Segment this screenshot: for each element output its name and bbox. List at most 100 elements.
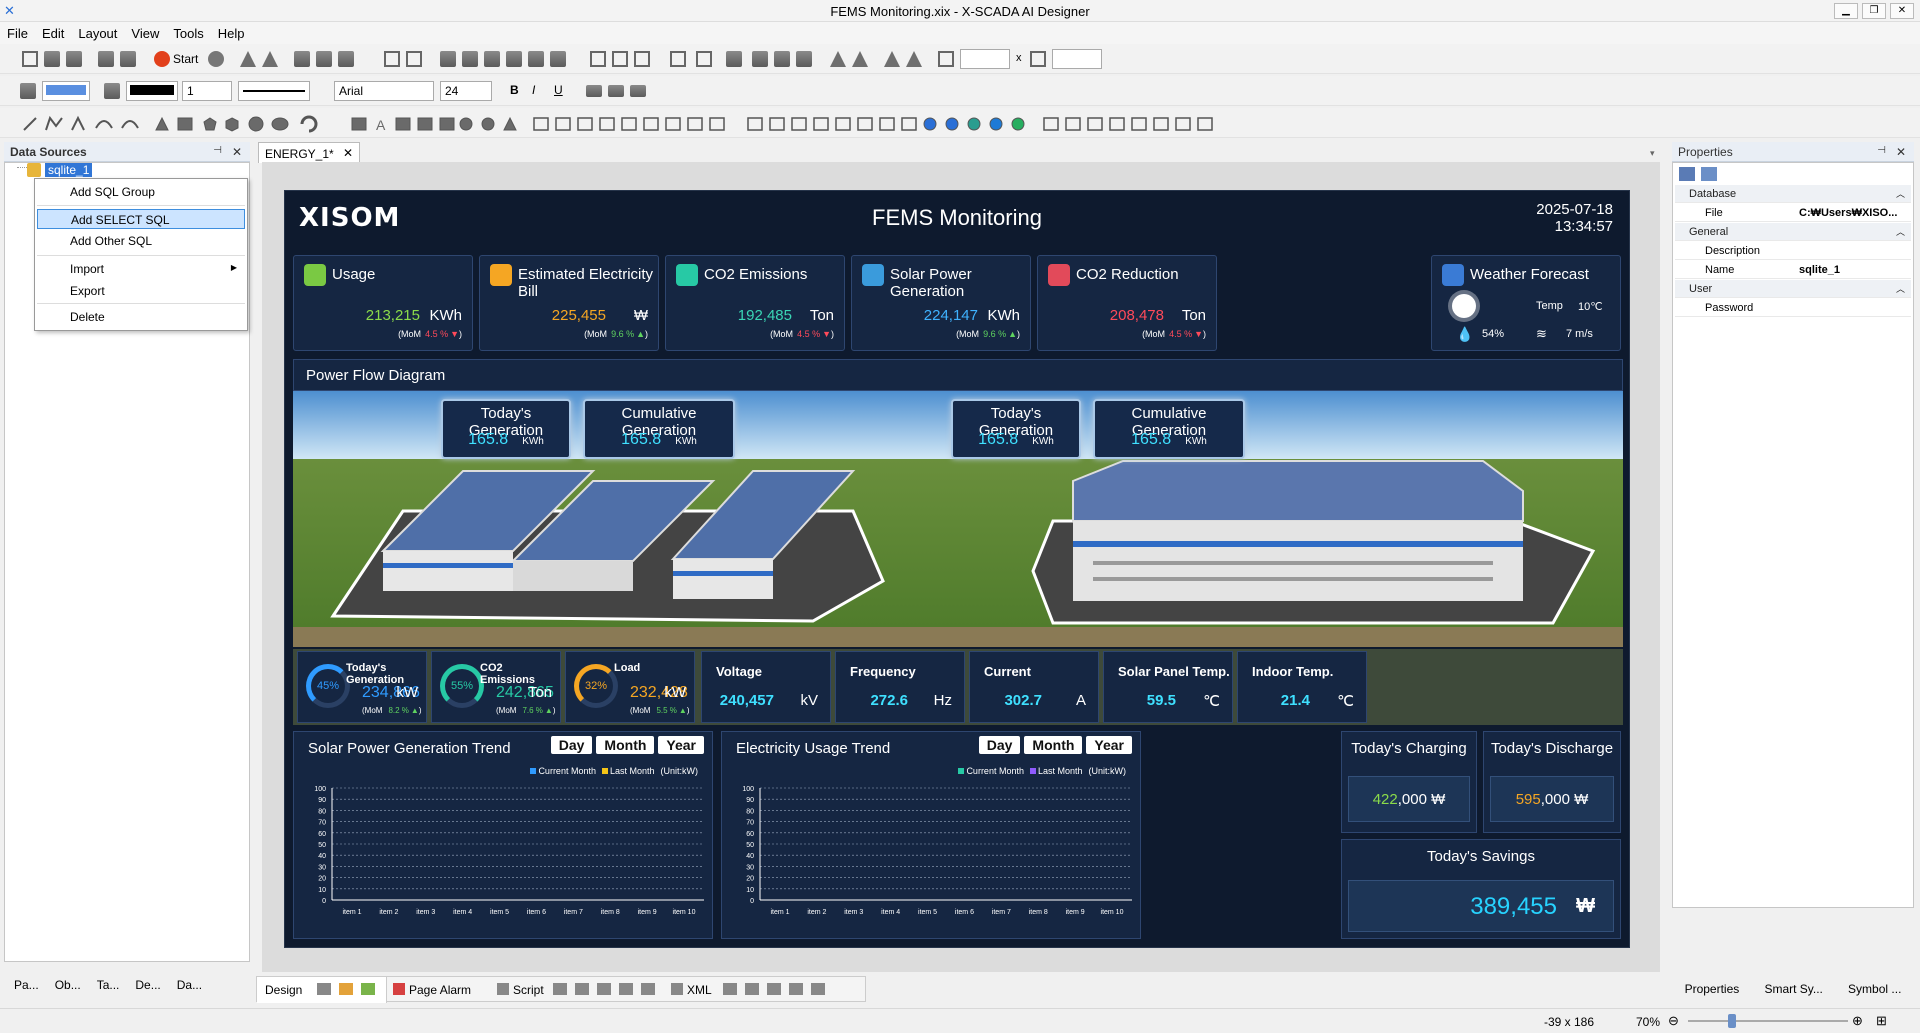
flip-h-icon[interactable] [830, 51, 846, 67]
zoom-slider-thumb[interactable] [1728, 1014, 1736, 1028]
fill-color-icon[interactable] [20, 83, 36, 99]
menu-help[interactable]: Help [211, 22, 252, 41]
menu-add-sql-group[interactable]: Add SQL Group [37, 182, 245, 202]
menu-add-other-sql[interactable]: Add Other SQL [37, 231, 245, 251]
menu-view[interactable]: View [124, 22, 166, 41]
cut-icon[interactable] [294, 51, 310, 67]
tab-xml[interactable]: XML [687, 983, 712, 997]
new-file-icon[interactable] [22, 51, 38, 67]
design-tool-icon[interactable] [317, 983, 331, 995]
tab-symbol[interactable]: Symbol ... [1848, 982, 1901, 1002]
tab-da[interactable]: Da... [177, 978, 202, 996]
space-horizontal-icon[interactable] [670, 51, 686, 67]
menu-edit[interactable]: Edit [35, 22, 71, 41]
flip-v-icon[interactable] [852, 51, 868, 67]
collapse-icon[interactable]: ︿ [1896, 225, 1905, 238]
panel-close-icon[interactable]: ✕ [232, 145, 242, 159]
period-button[interactable]: Day [550, 736, 593, 754]
undo-icon[interactable] [240, 51, 256, 67]
script-tools-icon[interactable] [553, 983, 661, 995]
text-align-center-icon[interactable] [608, 85, 624, 97]
line-style-select[interactable] [238, 81, 310, 101]
bring-front-icon[interactable] [726, 51, 742, 67]
print-icon[interactable] [98, 51, 114, 67]
tab-properties[interactable]: Properties [1685, 982, 1740, 1002]
period-button[interactable]: Year [658, 736, 704, 754]
align-top-icon[interactable] [506, 51, 522, 67]
tree-node-sqlite[interactable]: sqlite_1 [45, 163, 93, 177]
tab-pa[interactable]: Pa... [14, 978, 39, 996]
period-button[interactable]: Day [978, 736, 1021, 754]
menu-file[interactable]: File [0, 22, 35, 41]
italic-button[interactable]: I [532, 83, 535, 97]
doc-tab-close-icon[interactable]: ✕ [343, 146, 353, 160]
doc-dropdown-icon[interactable]: ▾ [1650, 148, 1655, 159]
zoom-out-icon[interactable]: ⊖ [1668, 1013, 1679, 1029]
rotate-right-icon[interactable] [906, 51, 922, 67]
start-button[interactable]: Start [173, 52, 198, 66]
bold-button[interactable]: B [510, 83, 519, 97]
redo-icon[interactable] [262, 51, 278, 67]
menu-add-select-sql[interactable]: Add SELECT SQL [37, 209, 245, 229]
period-button[interactable]: Month [1024, 736, 1083, 754]
send-backward-icon[interactable] [796, 51, 812, 67]
xml-tools-icon[interactable] [723, 983, 831, 995]
bring-forward-icon[interactable] [774, 51, 790, 67]
text-align-left-icon[interactable] [586, 85, 602, 97]
property-value[interactable]: C:₩Users₩XISO... [1799, 207, 1909, 219]
shape-tools-strip[interactable]: A [0, 108, 1300, 138]
save-all-icon[interactable] [120, 51, 136, 67]
properties-close-icon[interactable]: ✕ [1896, 145, 1906, 159]
align-left-icon[interactable] [440, 51, 456, 67]
open-folder-icon[interactable] [44, 51, 60, 67]
collapse-icon[interactable]: ︿ [1896, 187, 1905, 200]
categorized-icon[interactable] [1679, 167, 1695, 181]
save-icon[interactable] [66, 51, 82, 67]
sort-alpha-icon[interactable] [1701, 167, 1717, 181]
property-value[interactable]: sqlite_1 [1799, 264, 1909, 276]
tab-page-alarm[interactable]: Page Alarm [409, 983, 471, 997]
minimize-button[interactable]: ▁ [1834, 3, 1858, 19]
zoom-fit-icon[interactable]: ⊞ [1876, 1013, 1887, 1029]
width-input[interactable] [960, 49, 1010, 69]
properties-pin-icon[interactable]: ⊣ [1877, 145, 1886, 156]
property-row[interactable]: File C:₩Users₩XISO... [1675, 204, 1911, 222]
underline-button[interactable]: U [554, 83, 563, 97]
period-button[interactable]: Year [1086, 736, 1132, 754]
copy-icon[interactable] [316, 51, 332, 67]
tab-ob[interactable]: Ob... [55, 978, 81, 996]
zoom-slider[interactable] [1688, 1020, 1848, 1022]
rotate-left-icon[interactable] [884, 51, 900, 67]
doc-tab-energy[interactable]: ENERGY_1* ✕ [258, 142, 360, 163]
align-right-icon[interactable] [484, 51, 500, 67]
same-height-icon[interactable] [612, 51, 628, 67]
start-icon[interactable] [154, 51, 170, 67]
collapse-icon[interactable]: ︿ [1896, 282, 1905, 295]
same-size-icon[interactable] [634, 51, 650, 67]
tab-ta[interactable]: Ta... [97, 978, 120, 996]
space-vertical-icon[interactable] [696, 51, 712, 67]
paste-icon[interactable] [338, 51, 354, 67]
ungroup-icon[interactable] [406, 51, 422, 67]
maximize-button[interactable]: ❐ [1862, 3, 1886, 19]
menu-tools[interactable]: Tools [166, 22, 210, 41]
menu-import[interactable]: Import [37, 259, 245, 279]
property-row[interactable]: Name sqlite_1 [1675, 261, 1911, 279]
stop-icon[interactable] [208, 51, 224, 67]
close-button[interactable]: ✕ [1890, 3, 1914, 19]
zoom-in-icon[interactable]: ⊕ [1852, 1013, 1863, 1029]
same-width-icon[interactable] [590, 51, 606, 67]
text-align-right-icon[interactable] [630, 85, 646, 97]
design-tool2-icon[interactable] [339, 983, 353, 995]
pen-color-icon[interactable] [104, 83, 120, 99]
property-row[interactable]: Description [1675, 242, 1911, 260]
tab-de[interactable]: De... [135, 978, 160, 996]
menu-export[interactable]: Export [37, 281, 245, 301]
line-color-picker[interactable] [126, 81, 178, 101]
tab-smart-symbol[interactable]: Smart Sy... [1764, 982, 1822, 1002]
period-button[interactable]: Month [596, 736, 655, 754]
line-width-select[interactable]: 1 [182, 81, 232, 101]
fill-color-picker[interactable] [42, 81, 90, 101]
pin-icon[interactable]: ⊣ [213, 145, 222, 156]
send-back-icon[interactable] [752, 51, 768, 67]
